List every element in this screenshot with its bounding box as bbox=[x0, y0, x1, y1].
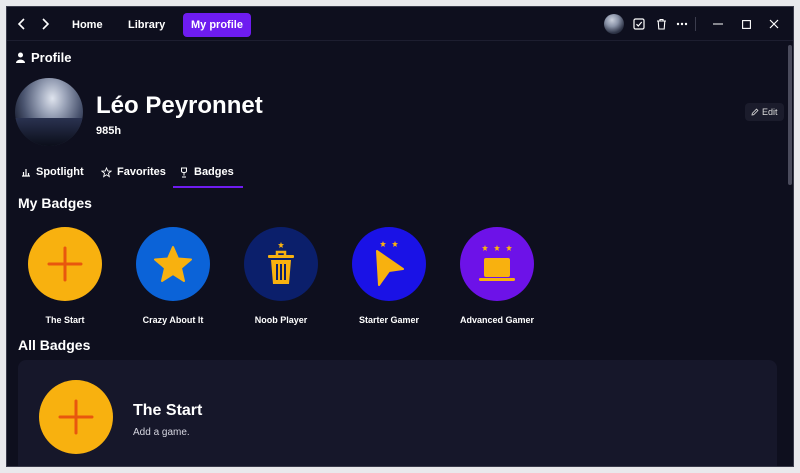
badge-circle bbox=[28, 227, 102, 301]
profile-header: Profile bbox=[16, 50, 71, 65]
badge-label: Starter Gamer bbox=[358, 315, 420, 325]
user-icon bbox=[16, 52, 25, 63]
badge-circle bbox=[136, 227, 210, 301]
star-icon bbox=[154, 246, 192, 282]
star-outline-icon bbox=[101, 166, 112, 178]
badge-label: The Start bbox=[45, 315, 85, 325]
play-hours: 985h bbox=[96, 125, 122, 137]
title-bar: Home Library My profile bbox=[7, 7, 793, 41]
badge-card-description: Add a game. bbox=[133, 427, 190, 438]
plus-icon bbox=[47, 246, 83, 282]
profile-name: Léo Peyronnet bbox=[96, 92, 263, 119]
nav-my-profile[interactable]: My profile bbox=[183, 13, 251, 37]
badge-label: Noob Player bbox=[254, 315, 308, 325]
trash-icon[interactable] bbox=[653, 16, 669, 32]
badge-starter-gamer[interactable]: Starter Gamer bbox=[339, 227, 439, 325]
two-stars-icon bbox=[380, 241, 398, 247]
active-tab-indicator bbox=[173, 186, 243, 188]
checklist-icon[interactable] bbox=[631, 16, 647, 32]
tab-badges-label: Badges bbox=[194, 166, 234, 178]
maximize-icon[interactable] bbox=[738, 16, 754, 32]
profile-page: Profile Léo Peyronnet 985h Edit Spotligh… bbox=[7, 42, 785, 466]
trophy-icon bbox=[181, 167, 187, 177]
minimize-icon[interactable] bbox=[710, 16, 726, 32]
badge-crazy-about-it[interactable]: Crazy About It bbox=[123, 227, 223, 325]
badge-advanced-gamer[interactable]: Advanced Gamer bbox=[447, 227, 547, 325]
edit-button[interactable]: Edit bbox=[745, 103, 784, 121]
tab-spotlight-label: Spotlight bbox=[36, 166, 84, 178]
nav-home[interactable]: Home bbox=[64, 13, 111, 37]
badge-the-start[interactable]: The Start bbox=[15, 227, 115, 325]
nav-library[interactable]: Library bbox=[120, 13, 173, 37]
badge-card-the-start[interactable]: The Start Add a game. bbox=[18, 360, 777, 466]
tab-favorites-label: Favorites bbox=[117, 166, 166, 178]
badge-circle bbox=[244, 227, 318, 301]
badge-label: Advanced Gamer bbox=[459, 315, 535, 325]
badge-card-title: The Start bbox=[133, 402, 203, 419]
user-avatar[interactable] bbox=[604, 14, 624, 34]
back-arrow-icon[interactable] bbox=[13, 15, 31, 33]
badge-noob-player[interactable]: Noob Player bbox=[231, 227, 331, 325]
tab-favorites[interactable]: Favorites bbox=[101, 162, 166, 182]
scrollbar[interactable] bbox=[788, 45, 792, 185]
all-badges-title: All Badges bbox=[18, 337, 91, 353]
titlebar-divider bbox=[695, 17, 696, 31]
plus-icon bbox=[58, 399, 94, 435]
profile-avatar bbox=[15, 78, 83, 146]
three-stars-icon bbox=[482, 245, 512, 251]
tab-badges[interactable]: Badges bbox=[179, 162, 234, 182]
small-star-icon bbox=[278, 242, 284, 248]
app-window: Home Library My profile Profile Léo Peyr… bbox=[6, 6, 794, 467]
section-label: Profile bbox=[31, 50, 72, 65]
forward-arrow-icon[interactable] bbox=[36, 15, 54, 33]
my-badges-title: My Badges bbox=[18, 195, 92, 211]
chart-icon bbox=[22, 169, 30, 177]
badge-circle bbox=[39, 380, 113, 454]
badge-circle bbox=[352, 227, 426, 301]
more-icon[interactable] bbox=[674, 16, 690, 32]
edit-label: Edit bbox=[762, 107, 778, 117]
trash-icon bbox=[268, 250, 294, 284]
badge-label: Crazy About It bbox=[142, 315, 204, 325]
badge-circle bbox=[460, 227, 534, 301]
close-icon[interactable] bbox=[766, 16, 782, 32]
laptop-icon bbox=[479, 258, 515, 281]
tab-spotlight[interactable]: Spotlight bbox=[21, 162, 84, 182]
cursor-icon bbox=[376, 250, 404, 286]
pencil-icon bbox=[751, 108, 759, 116]
